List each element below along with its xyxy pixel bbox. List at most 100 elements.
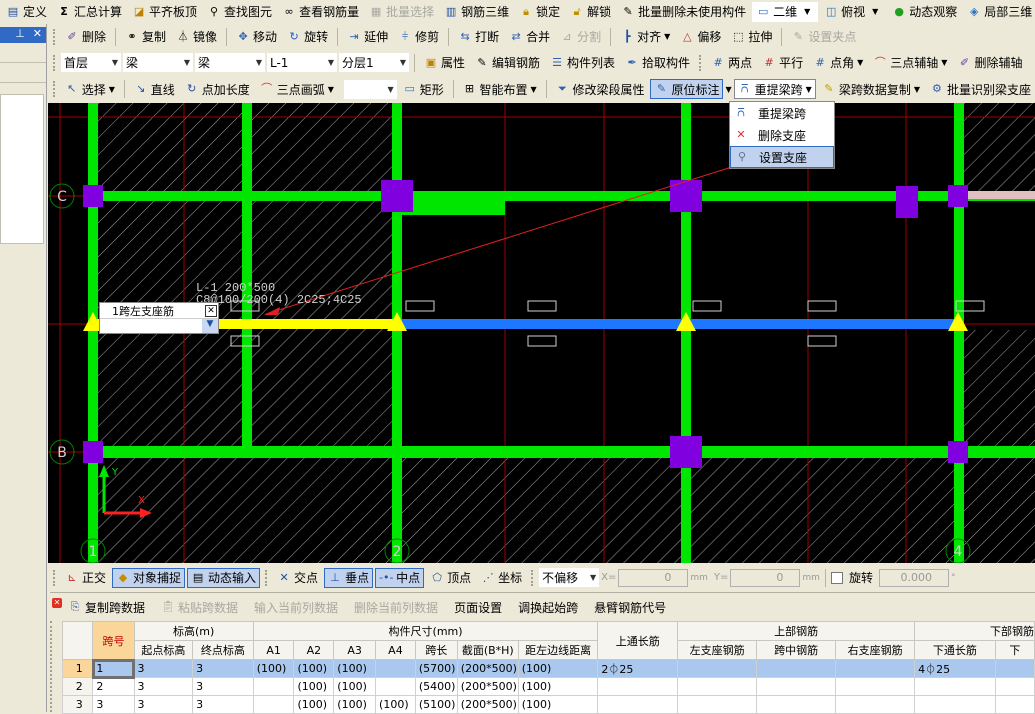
table-cell[interactable] — [835, 659, 916, 678]
left-panel-list[interactable] — [0, 94, 44, 244]
column-header[interactable]: 跨中钢筋 — [756, 640, 837, 660]
table-cell[interactable] — [994, 695, 1035, 714]
close-icon[interactable]: ✕ — [33, 27, 42, 43]
arc-option-select[interactable]: ▼ — [343, 79, 397, 99]
table-cell[interactable] — [994, 659, 1035, 678]
table-cell[interactable] — [994, 677, 1035, 696]
copy-button[interactable]: ⚭ 复制 — [121, 27, 170, 47]
paste-span-data-button[interactable]: 📋︎ 粘贴跨数据 — [157, 597, 242, 617]
table-cell[interactable]: 3 — [192, 695, 254, 714]
table-cell[interactable] — [597, 677, 679, 696]
table-cell[interactable]: (100) — [375, 695, 416, 714]
column-header[interactable]: 左支座钢筋 — [677, 640, 758, 660]
table-cell[interactable]: (100) — [293, 659, 335, 678]
component-type-select[interactable]: 梁 ▼ — [123, 53, 193, 72]
table-cell[interactable]: 2 — [92, 677, 135, 696]
column-header[interactable]: 终点标高 — [192, 640, 254, 660]
intersection-snap-toggle[interactable]: ✕ 交点 — [273, 568, 322, 588]
stretch-button[interactable]: ⬚ 拉伸 — [727, 27, 776, 47]
column-header[interactable]: A2 — [293, 640, 335, 660]
toolbar-grip[interactable] — [53, 569, 56, 586]
close-icon[interactable]: ✕ — [205, 304, 217, 317]
column-header[interactable]: A1 — [252, 640, 295, 660]
table-cell[interactable]: (100) — [333, 659, 377, 678]
table-cell[interactable]: (100) — [252, 659, 295, 678]
cantilever-rebar-code-button[interactable]: 悬臂钢筋代号 — [590, 597, 670, 617]
table-cell[interactable]: 3 — [133, 695, 194, 714]
chevron-down-icon[interactable]: ▼ — [725, 85, 731, 94]
rectangle-button[interactable]: ▭ 矩形 — [399, 79, 448, 99]
table-cell[interactable] — [375, 659, 416, 678]
move-button[interactable]: ✥ 移动 — [232, 27, 281, 47]
object-snap-toggle[interactable]: ◆ 对象捕捉 — [112, 567, 186, 588]
menu-item-re-extract-span[interactable]: ⩃ 重提梁跨 — [730, 102, 834, 124]
pick-component-button[interactable]: ✒ 拾取构件 — [621, 53, 694, 73]
beam[interactable] — [88, 191, 1035, 201]
offset-mode-select[interactable]: 不偏移 ▼ — [539, 568, 600, 587]
table-cell[interactable]: 3 — [192, 659, 254, 678]
table-cell[interactable]: 3 — [133, 659, 194, 678]
table-cell[interactable]: 2⏀25 — [597, 659, 679, 678]
rotate-button[interactable]: ↻ 旋转 — [283, 27, 332, 47]
delete-column-data-button[interactable]: 删除当前列数据 — [350, 597, 442, 617]
table-cell[interactable] — [756, 659, 837, 678]
table-cell[interactable]: (100) — [517, 695, 599, 714]
dynamic-view-button[interactable]: ● 动态观察 — [888, 2, 961, 22]
table-cell[interactable] — [914, 695, 996, 714]
layer-select[interactable]: 分层1 ▼ — [339, 53, 409, 72]
table-cell[interactable]: (100) — [333, 695, 377, 714]
table-cell[interactable] — [677, 695, 758, 714]
local-3d-button[interactable]: ◈ 局部三维 — [963, 2, 1035, 22]
set-grip-button[interactable]: ✎ 设置夹点 — [787, 27, 860, 47]
toolbar-grip[interactable] — [531, 569, 534, 586]
table-cell[interactable] — [835, 677, 916, 696]
beam[interactable] — [392, 103, 402, 563]
table-cell[interactable]: 3 — [92, 695, 135, 714]
batch-identify-support-button[interactable]: ⚙ 批量识别梁支座 — [926, 79, 1035, 99]
component-list-button[interactable]: ☰ 构件列表 — [546, 53, 619, 73]
copy-span-data-button[interactable]: ⎘ 复制跨数据 — [64, 597, 149, 617]
batch-delete-unused-button[interactable]: ✎ 批量删除未使用构件 — [617, 2, 750, 22]
re-extract-span-button[interactable]: ⩃ 重提梁跨 ▼ — [733, 79, 816, 99]
y-offset-input[interactable]: 0 — [730, 568, 801, 587]
span-data-copy-button[interactable]: ✎ 梁跨数据复制 ▼ — [818, 79, 924, 99]
table-row[interactable]: 2 2 3 3 (100) (100) (5400) (200*500) (100) — [61, 677, 1035, 696]
table-cell[interactable] — [835, 695, 916, 714]
table-cell[interactable]: (100) — [293, 677, 335, 696]
define-button[interactable]: ▤ 定义 — [2, 2, 51, 22]
table-cell[interactable] — [756, 677, 837, 696]
pin-icon[interactable]: ⊥ — [15, 27, 25, 43]
table-cell[interactable]: 3 — [192, 677, 254, 696]
three-point-arc-button[interactable]: ⌒ 三点画弧 ▼ — [256, 79, 338, 99]
table-cell[interactable]: (200*500) — [456, 677, 519, 696]
beam[interactable] — [88, 446, 1035, 458]
ortho-toggle[interactable]: ⊾ 正交 — [61, 568, 110, 588]
align-button[interactable]: ┣ 对齐 ▼ — [616, 27, 674, 47]
component-subtype-select[interactable]: 梁 ▼ — [195, 53, 265, 72]
merge-button[interactable]: ⇄ 合并 — [505, 27, 554, 47]
span-number-header[interactable]: 跨号 — [92, 621, 135, 660]
find-element-button[interactable]: ⚲ 查找图元 — [203, 2, 276, 22]
dynamic-input-toggle[interactable]: ▤ 动态输入 — [187, 567, 261, 588]
table-cell[interactable] — [597, 695, 679, 714]
column-header[interactable]: A4 — [375, 640, 416, 660]
batch-select-button[interactable]: ▦ 批量选择 — [365, 2, 438, 22]
midpoint-snap-toggle[interactable]: -•- 中点 — [375, 567, 425, 588]
coordinate-snap-toggle[interactable]: ⋰ 坐标 — [477, 568, 526, 588]
table-cell[interactable] — [677, 659, 758, 678]
perpendicular-snap-toggle[interactable]: ⊥ 垂点 — [324, 567, 374, 588]
rebar-input[interactable] — [100, 319, 202, 333]
table-cell[interactable]: 3 — [133, 677, 194, 696]
delete-button[interactable]: ✐ 删除 — [61, 27, 110, 47]
menu-item-set-support[interactable]: ⚲ 设置支座 — [730, 146, 834, 168]
chevron-down-icon[interactable]: ▼ — [202, 319, 218, 333]
table-cell[interactable]: (100) — [517, 659, 599, 678]
column-header[interactable]: 下 — [994, 640, 1035, 660]
view-rebar-button[interactable]: ∞ 查看钢筋量 — [278, 2, 363, 22]
table-cell[interactable]: (5100) — [414, 695, 458, 714]
page-setup-button[interactable]: 页面设置 — [450, 597, 506, 617]
table-cell[interactable]: (100) — [517, 677, 599, 696]
lock-button[interactable]: 🔒︎ 锁定 — [515, 2, 564, 22]
beam[interactable] — [968, 191, 1035, 199]
column-header[interactable]: 起点标高 — [133, 640, 194, 660]
